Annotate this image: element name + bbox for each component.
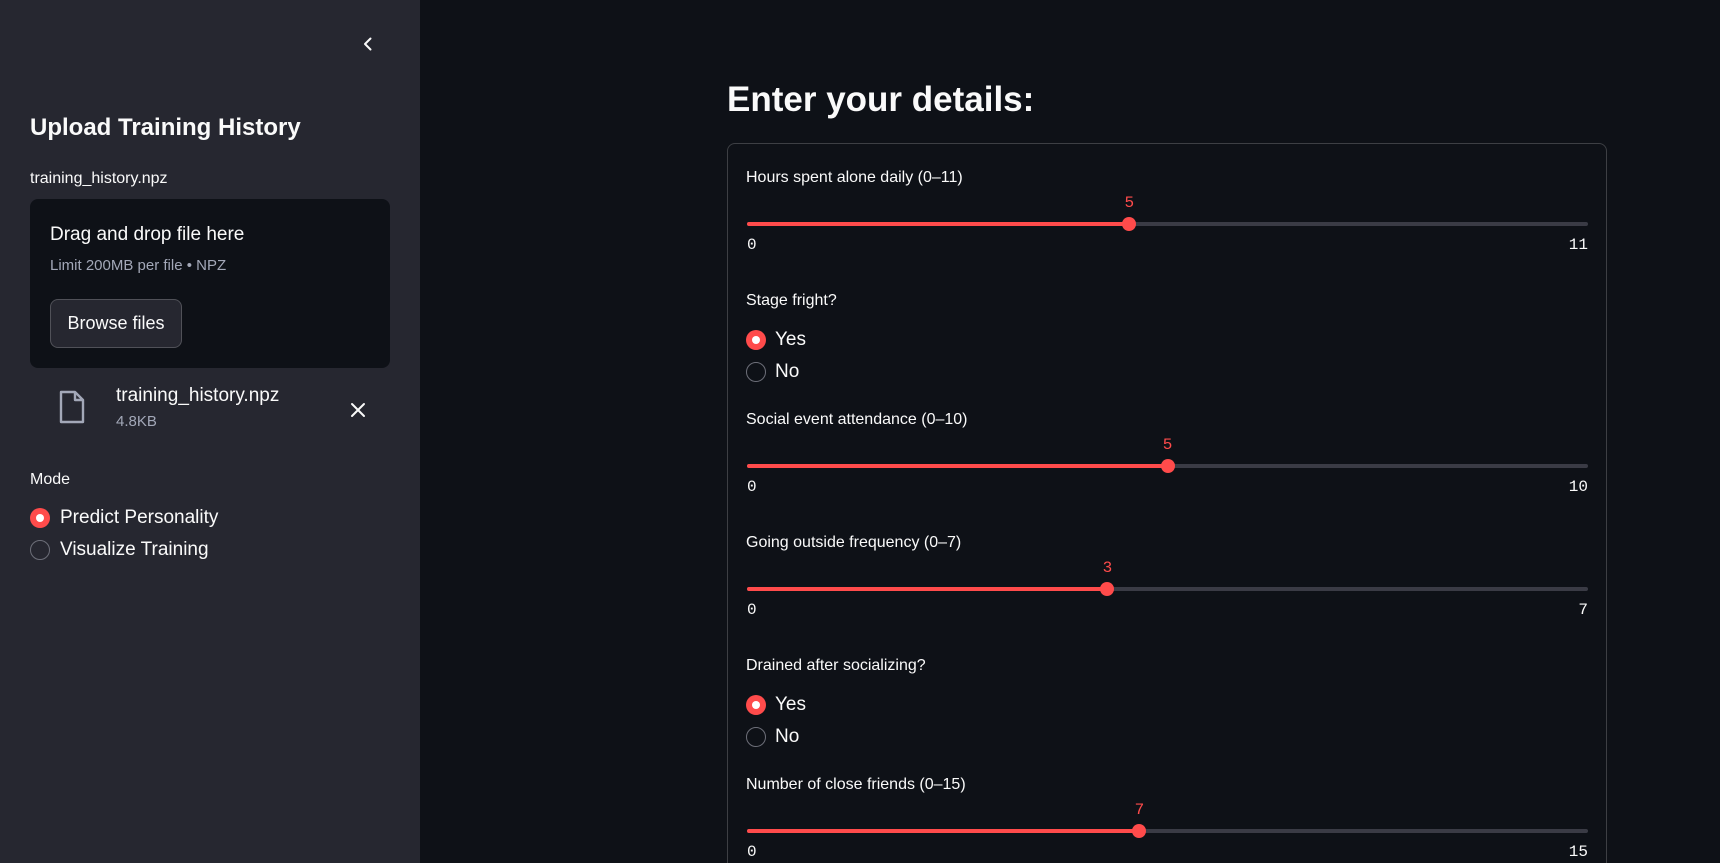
slider-value: 7 [1134, 801, 1145, 819]
uploader-label: training_history.npz [30, 170, 168, 187]
remove-file-button[interactable] [344, 396, 372, 424]
slider-fill [747, 222, 1130, 226]
slider-min: 0 [747, 601, 757, 619]
outside-slider[interactable]: 3 0 7 [747, 559, 1588, 629]
drained-no[interactable]: No [746, 726, 799, 748]
file-icon [59, 390, 85, 424]
slider-max: 11 [1568, 236, 1588, 254]
stage-fright-label: Stage fright? [746, 292, 837, 309]
slider-max: 15 [1568, 843, 1588, 861]
mode-option-visualize[interactable]: Visualize Training [30, 539, 209, 561]
file-name: training_history.npz [116, 385, 280, 406]
mode-option-label: Visualize Training [60, 539, 209, 560]
slider-value: 5 [1162, 436, 1173, 454]
close-icon [351, 403, 365, 417]
file-size: 4.8KB [116, 413, 157, 430]
radio-unselected-icon [746, 362, 766, 382]
slider-value: 5 [1124, 194, 1135, 212]
slider-thumb[interactable] [1100, 582, 1115, 596]
details-form: Hours spent alone daily (0–11) 5 0 11 St… [727, 143, 1607, 863]
slider-min: 0 [747, 478, 757, 496]
mode-option-label: Predict Personality [60, 507, 219, 528]
slider-max: 10 [1568, 478, 1588, 496]
radio-selected-icon [30, 508, 50, 528]
mode-label: Mode [30, 471, 71, 488]
radio-label: No [775, 726, 800, 747]
social-slider-label: Social event attendance (0–10) [746, 411, 968, 428]
radio-unselected-icon [746, 727, 766, 747]
slider-value: 3 [1102, 559, 1113, 577]
alone-slider[interactable]: 5 0 11 [747, 194, 1588, 264]
radio-label: Yes [775, 329, 806, 350]
drained-yes[interactable]: Yes [746, 694, 806, 716]
sidebar: Upload Training History training_history… [0, 0, 420, 863]
drained-label: Drained after socializing? [746, 657, 926, 674]
slider-thumb[interactable] [1132, 824, 1147, 838]
stage-fright-no[interactable]: No [746, 361, 799, 383]
uploaded-file: training_history.npz 4.8KB [30, 380, 390, 440]
mode-option-predict[interactable]: Predict Personality [30, 507, 218, 529]
slider-thumb[interactable] [1122, 217, 1137, 231]
slider-min: 0 [747, 843, 757, 861]
radio-unselected-icon [30, 540, 50, 560]
slider-max: 7 [1578, 601, 1588, 619]
social-slider[interactable]: 5 0 10 [747, 436, 1588, 506]
radio-label: No [775, 361, 800, 382]
radio-selected-icon [746, 695, 766, 715]
friends-slider-label: Number of close friends (0–15) [746, 776, 966, 793]
chevron-left-icon [364, 37, 372, 51]
radio-label: Yes [775, 694, 806, 715]
page-title: Enter your details: [727, 80, 1035, 119]
dropzone-title: Drag and drop file here [50, 224, 245, 245]
dropzone-limit: Limit 200MB per file • NPZ [50, 257, 227, 274]
slider-fill [747, 829, 1140, 833]
outside-slider-label: Going outside frequency (0–7) [746, 534, 962, 551]
slider-fill [747, 587, 1108, 591]
collapse-sidebar-button[interactable] [354, 30, 382, 58]
friends-slider[interactable]: 7 0 15 [747, 801, 1588, 863]
radio-selected-icon [746, 330, 766, 350]
browse-files-button[interactable]: Browse files [50, 299, 182, 348]
slider-thumb[interactable] [1160, 459, 1175, 473]
slider-min: 0 [747, 236, 757, 254]
sidebar-title: Upload Training History [30, 114, 301, 141]
stage-fright-yes[interactable]: Yes [746, 329, 806, 351]
slider-fill [747, 464, 1168, 468]
file-dropzone[interactable]: Drag and drop file here Limit 200MB per … [30, 199, 390, 368]
alone-slider-label: Hours spent alone daily (0–11) [746, 169, 963, 186]
